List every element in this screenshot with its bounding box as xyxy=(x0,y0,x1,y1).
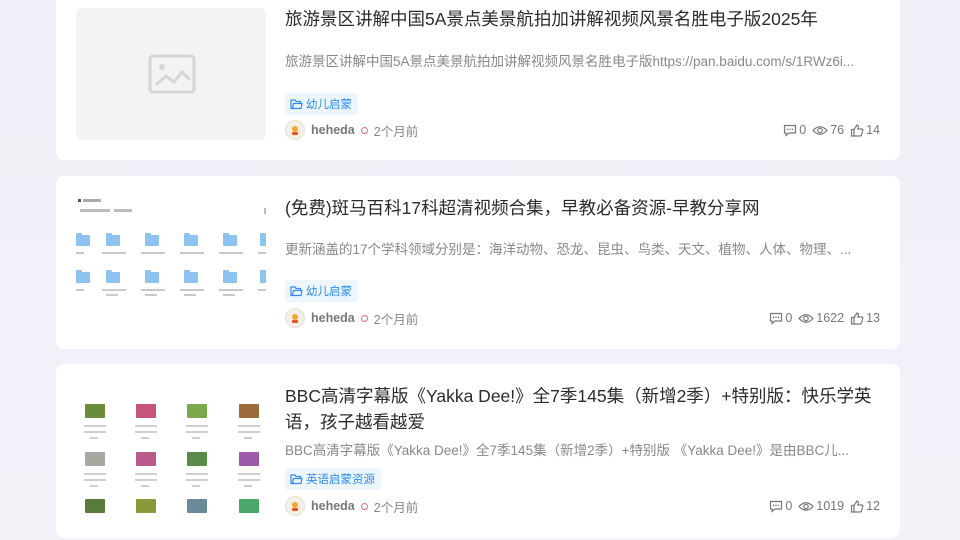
thumbs-up-icon xyxy=(850,499,864,513)
eye-icon xyxy=(798,501,815,511)
post-excerpt: BBC高清字幕版《Yakka Dee!》全7季145集（新增2季）+特别版 《Y… xyxy=(285,443,850,458)
post-excerpt: 旅游景区讲解中国5A景点美景航拍加讲解视频风景名胜电子版https://pan.… xyxy=(285,54,855,69)
eye-icon xyxy=(798,313,815,323)
category-tag-label: 幼儿启蒙 xyxy=(306,99,352,111)
category-tag[interactable]: 幼儿启蒙 xyxy=(285,93,358,115)
view-count: 76 xyxy=(812,123,844,137)
post-title[interactable]: BBC高清字幕版《Yakka Dee!》全7季145集（新增2季）+特别版：快乐… xyxy=(285,383,880,435)
time-dot xyxy=(360,502,368,510)
like-count[interactable]: 14 xyxy=(850,123,880,137)
post-thumbnail[interactable] xyxy=(76,382,266,514)
post-excerpt: 更新涵盖的17个学科领域分别是：海洋动物、恐龙、昆虫、鸟类、天文、植物、人体、物… xyxy=(285,242,852,257)
eye-icon xyxy=(812,125,829,135)
post-card[interactable]: (免费)斑马百科17科超清视频合集，早教必备资源-早教分享网 更新涵盖的17个学… xyxy=(56,176,900,349)
like-count[interactable]: 13 xyxy=(850,311,880,325)
like-count[interactable]: 12 xyxy=(850,499,880,513)
view-count-value: 1622 xyxy=(816,311,845,325)
post-time: 2个月前 xyxy=(373,312,419,327)
post-thumbnail[interactable] xyxy=(76,8,266,140)
post-stats: 0 76 14 xyxy=(777,123,880,137)
comment-icon xyxy=(770,312,783,325)
post-card[interactable]: BBC高清字幕版《Yakka Dee!》全7季145集（新增2季）+特别版：快乐… xyxy=(56,364,900,538)
thumbs-up-icon xyxy=(850,123,864,137)
category-tag-label: 幼儿启蒙 xyxy=(306,286,352,298)
folder-icon xyxy=(290,285,303,296)
comment-count[interactable]: 0 xyxy=(783,123,806,137)
avatar[interactable] xyxy=(285,120,305,140)
view-count-value: 1019 xyxy=(816,499,845,513)
avatar-icon xyxy=(292,314,298,323)
avatar-icon xyxy=(292,502,298,511)
folder-icon xyxy=(290,98,303,109)
view-count-value: 76 xyxy=(830,123,845,137)
like-count-value: 14 xyxy=(866,123,880,137)
time-dot xyxy=(360,126,368,134)
post-time: 2个月前 xyxy=(373,500,419,515)
post-thumbnail[interactable] xyxy=(76,196,266,328)
avatar[interactable] xyxy=(285,308,305,328)
post-time: 2个月前 xyxy=(373,124,419,139)
category-tag[interactable]: 英语启蒙资源 xyxy=(285,468,381,490)
thumbs-up-icon xyxy=(850,311,864,325)
avatar[interactable] xyxy=(285,496,305,516)
view-count: 1622 xyxy=(798,311,844,325)
post-card[interactable]: 旅游景区讲解中国5A景点美景航拍加讲解视频风景名胜电子版2025年 旅游景区讲解… xyxy=(56,0,900,160)
comment-count[interactable]: 0 xyxy=(769,499,792,513)
author-name[interactable]: heheda xyxy=(311,311,355,325)
image-placeholder-icon xyxy=(148,54,196,94)
post-stats: 0 1019 12 xyxy=(763,499,880,513)
comment-count[interactable]: 0 xyxy=(769,311,792,325)
like-count-value: 13 xyxy=(866,311,880,325)
comment-count-value: 0 xyxy=(785,499,793,513)
like-count-value: 12 xyxy=(866,499,880,513)
category-tag-label: 英语启蒙资源 xyxy=(306,474,375,486)
comment-icon xyxy=(770,500,783,513)
avatar-icon xyxy=(292,126,298,135)
view-count: 1019 xyxy=(798,499,844,513)
author-name[interactable]: heheda xyxy=(311,123,355,137)
comment-count-value: 0 xyxy=(799,123,807,137)
category-tag[interactable]: 幼儿启蒙 xyxy=(285,280,358,302)
comment-count-value: 0 xyxy=(785,311,793,325)
comment-icon xyxy=(784,124,797,137)
author-name[interactable]: heheda xyxy=(311,499,355,513)
post-title[interactable]: (免费)斑马百科17科超清视频合集，早教必备资源-早教分享网 xyxy=(285,195,880,221)
post-stats: 0 1622 13 xyxy=(763,311,880,325)
time-dot xyxy=(360,314,368,322)
post-title[interactable]: 旅游景区讲解中国5A景点美景航拍加讲解视频风景名胜电子版2025年 xyxy=(285,6,880,32)
folder-icon xyxy=(290,473,303,484)
